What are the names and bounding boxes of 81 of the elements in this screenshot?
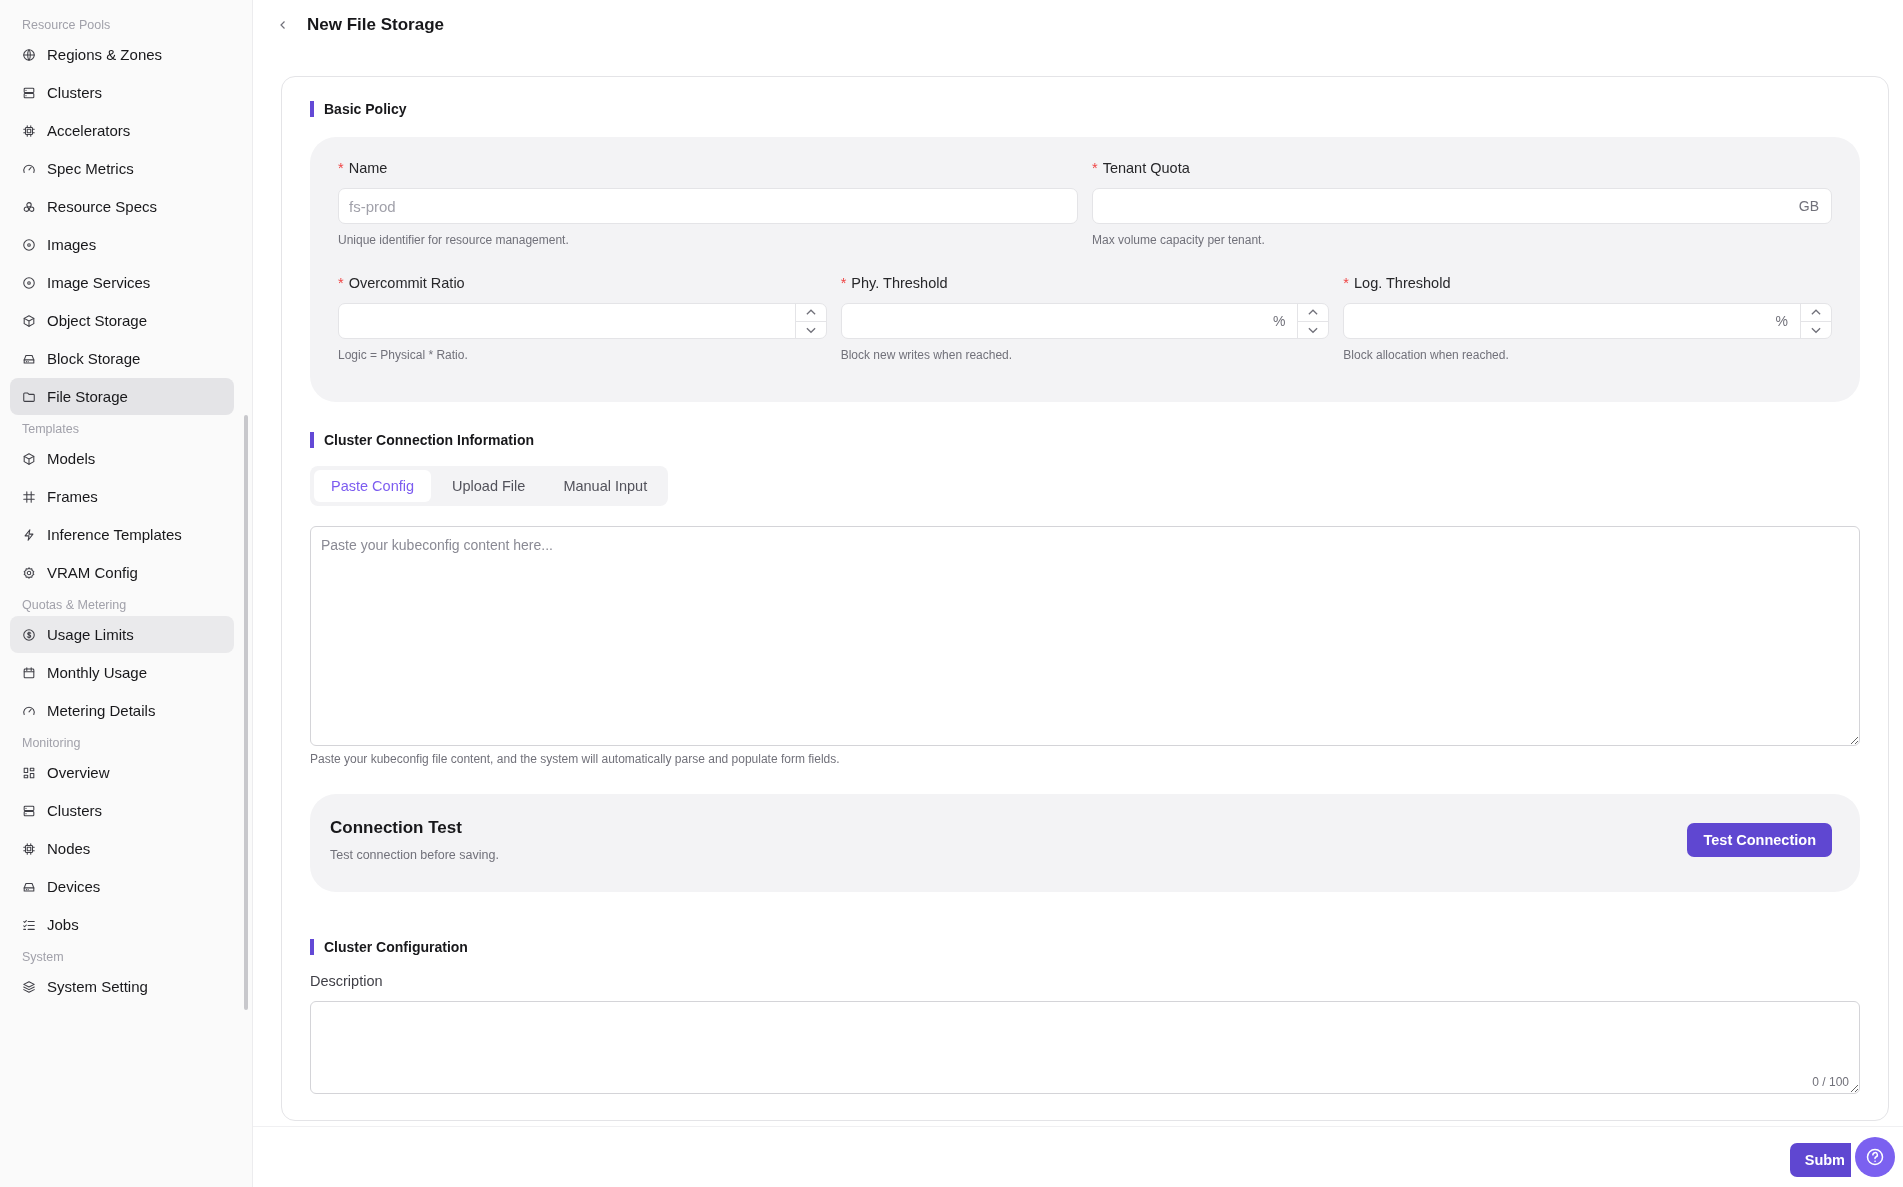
submit-button[interactable]: Subm xyxy=(1789,1143,1851,1177)
nav-group-title: Quotas & Metering xyxy=(21,597,128,614)
sidebar-item[interactable]: Monthly Usage xyxy=(10,654,234,691)
cube-icon xyxy=(22,451,36,466)
checklist-icon xyxy=(22,917,36,932)
page-title: New File Storage xyxy=(307,15,444,35)
scrollbar-thumb[interactable] xyxy=(244,415,248,1010)
sidebar-item[interactable]: Clusters xyxy=(10,74,234,111)
tab[interactable]: Upload File xyxy=(435,470,543,502)
sidebar-item[interactable]: Resource Specs xyxy=(10,188,234,225)
globe-icon xyxy=(22,47,36,62)
sidebar-item[interactable]: VRAM Config xyxy=(10,554,234,591)
sidebar-item[interactable]: Clusters xyxy=(10,792,234,829)
sidebar-item[interactable]: Jobs xyxy=(10,906,234,943)
chip-icon xyxy=(22,123,36,138)
disc-icon xyxy=(22,275,36,290)
sidebar-item[interactable]: Overview xyxy=(10,754,234,791)
field-label: Name xyxy=(348,160,388,176)
lightning-icon xyxy=(22,527,36,542)
cube-icon xyxy=(22,313,36,328)
panel-title: Connection Test xyxy=(330,818,463,838)
required-mark: * xyxy=(1343,275,1349,291)
chip-icon xyxy=(22,841,36,856)
disc-icon xyxy=(22,237,36,252)
section-title: Basic Policy xyxy=(310,101,1860,117)
calendar-icon xyxy=(22,665,36,680)
required-mark: * xyxy=(1092,160,1098,176)
sidebar-item[interactable]: Images xyxy=(10,226,234,263)
field-label: Log. Threshold xyxy=(1354,275,1451,291)
input-field[interactable]: fs-prod xyxy=(339,189,1077,223)
sidebar-item[interactable]: Metering Details xyxy=(10,692,234,729)
nav-group-title: Templates xyxy=(21,421,80,438)
nav-group-title: Resource Pools xyxy=(21,17,112,34)
hash-icon xyxy=(22,489,36,504)
sidebar-item[interactable]: Image Services xyxy=(10,264,234,301)
nav-group-title: System xyxy=(21,949,65,966)
sidebar-item[interactable]: Devices xyxy=(10,868,234,905)
field-label: Tenant Quota xyxy=(1102,160,1190,176)
sidebar-item[interactable]: Spec Metrics xyxy=(10,150,234,187)
sidebar-item[interactable]: Block Storage xyxy=(10,340,234,377)
layers-icon xyxy=(22,979,36,994)
server-icon xyxy=(22,85,36,100)
server-icon xyxy=(22,803,36,818)
helper-text: Logic = Physical * Ratio. xyxy=(338,348,469,362)
helper-text: Block allocation when reached. xyxy=(1343,348,1510,362)
section-title: Cluster Configuration xyxy=(310,939,1860,955)
sidebar-item[interactable]: Regions & Zones xyxy=(10,36,234,73)
sidebar-item[interactable]: Inference Templates xyxy=(10,516,234,553)
help-icon xyxy=(1865,1147,1885,1167)
grid-icon xyxy=(22,765,36,780)
panel-subtitle: Test connection before saving. xyxy=(330,848,499,862)
helper-text: Unique identifier for resource management. xyxy=(338,233,570,247)
dollar-circle-icon xyxy=(22,627,36,642)
help-button[interactable] xyxy=(1855,1137,1895,1177)
character-counter: 0 / 100 xyxy=(1812,1075,1849,1089)
helper-text: Block new writes when reached. xyxy=(840,348,1014,362)
test-connection-button[interactable]: Test Connection xyxy=(1687,823,1832,857)
section-title: Cluster Connection Information xyxy=(310,432,1860,448)
sidebar-item[interactable]: File Storage xyxy=(10,378,234,415)
required-mark: * xyxy=(338,160,344,176)
required-mark: * xyxy=(338,275,344,291)
field-label: Description xyxy=(310,973,384,989)
sidebar-item[interactable]: Accelerators xyxy=(10,112,234,149)
sidebar-item[interactable]: Nodes xyxy=(10,830,234,867)
nav-group-title: Monitoring xyxy=(21,735,82,752)
sidebar-item[interactable]: Object Storage xyxy=(10,302,234,339)
field-label: Phy. Threshold xyxy=(851,275,948,291)
field-label: Overcommit Ratio xyxy=(348,275,465,291)
tab[interactable]: Manual Input xyxy=(546,470,665,502)
required-mark: * xyxy=(840,275,847,291)
sidebar-item[interactable]: Usage Limits xyxy=(10,616,234,653)
sidebar-item[interactable]: System Setting xyxy=(10,968,234,1005)
helper-text: Max volume capacity per tenant. xyxy=(1092,233,1266,247)
circles-icon xyxy=(22,199,36,214)
sidebar-item[interactable]: Models xyxy=(10,440,234,477)
sidebar-item[interactable]: Frames xyxy=(10,478,234,515)
folder-icon xyxy=(22,389,36,404)
config-textarea[interactable]: Paste your kubeconfig content here... xyxy=(310,526,1860,746)
tab[interactable]: Paste Config xyxy=(314,470,432,502)
settings-icon xyxy=(22,565,36,580)
helper-text: Paste your kubeconfig file content, and the system will automatically parse and populate form fields. xyxy=(310,752,841,766)
